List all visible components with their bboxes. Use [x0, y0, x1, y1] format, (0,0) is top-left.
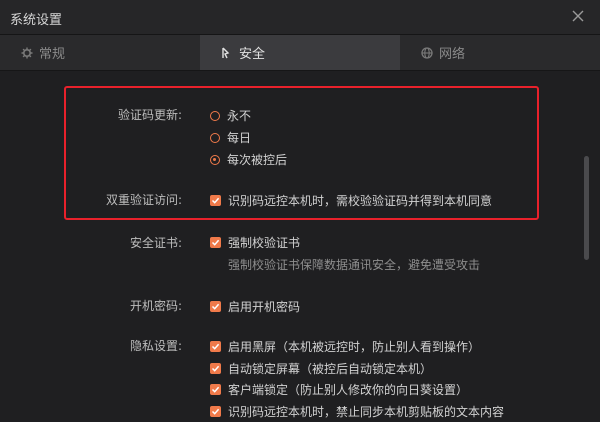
- radio-after-each-control-label: 每次被控后: [227, 153, 288, 167]
- code-update-label: 验证码更新:: [117, 108, 182, 122]
- radio-after-each-control-indicator: [210, 154, 220, 165]
- privacy-clipboard-checkbox[interactable]: 识别码远控本机时，禁止同步本机剪贴板的文本内容: [210, 403, 504, 420]
- tab-general-label: 常规: [39, 47, 66, 62]
- two-factor-checkbox[interactable]: 识别码远控本机时，需校验验证码并得到本机同意: [210, 192, 492, 209]
- tab-general[interactable]: 常规: [0, 35, 200, 70]
- privacy-blackscreen-label: 启用黑屏（本机被远控时，防止别人看到操作）: [228, 340, 481, 354]
- tab-network[interactable]: 网络: [400, 35, 600, 70]
- certificate-label: 安全证书:: [129, 236, 182, 250]
- privacy-autolock-checkbox[interactable]: 自动锁定屏幕（被控后自动锁定本机）: [210, 360, 432, 377]
- checkmark-icon: [210, 301, 221, 312]
- close-icon[interactable]: [568, 6, 588, 26]
- radio-daily-indicator: [210, 132, 220, 143]
- radio-never-indicator: [210, 110, 220, 121]
- privacy-autolock-label: 自动锁定屏幕（被控后自动锁定本机）: [228, 362, 433, 376]
- scrollbar-thumb[interactable]: [584, 156, 589, 260]
- radio-daily[interactable]: 每日: [210, 129, 251, 146]
- gear-icon: [21, 47, 33, 59]
- two-factor-label: 双重验证访问:: [105, 193, 182, 207]
- checkmark-icon: [210, 341, 221, 352]
- radio-never-label: 永不: [227, 109, 252, 123]
- checkmark-icon: [210, 237, 221, 248]
- boot-password-label: 开机密码:: [129, 299, 182, 313]
- radio-after-each-control[interactable]: 每次被控后: [210, 151, 287, 168]
- checkmark-icon: [210, 195, 221, 206]
- globe-icon: [421, 46, 433, 59]
- tab-security-label: 安全: [239, 47, 266, 62]
- privacy-blackscreen-checkbox[interactable]: 启用黑屏（本机被远控时，防止别人看到操作）: [210, 338, 480, 355]
- privacy-clientlock-label: 客户端锁定（防止别人修改你的向日葵设置）: [228, 383, 469, 397]
- privacy-label: 隐私设置:: [129, 339, 182, 353]
- shield-icon: [221, 47, 233, 59]
- certificate-checkbox[interactable]: 强制校验证书: [210, 234, 300, 251]
- checkmark-icon: [210, 406, 221, 417]
- boot-password-checkbox[interactable]: 启用开机密码: [210, 298, 300, 315]
- checkmark-icon: [210, 384, 221, 395]
- two-factor-option-label: 识别码远控本机时，需校验验证码并得到本机同意: [228, 194, 493, 208]
- tab-bar: 常规 安全 网络: [0, 35, 600, 71]
- privacy-clipboard-label: 识别码远控本机时，禁止同步本机剪贴板的文本内容: [228, 405, 505, 419]
- checkmark-icon: [210, 363, 221, 374]
- certificate-hint: 强制校验证书保障数据通讯安全，避免遭受攻击: [228, 258, 481, 272]
- tab-network-label: 网络: [439, 47, 466, 62]
- boot-password-option-label: 启用开机密码: [228, 300, 301, 314]
- privacy-clientlock-checkbox[interactable]: 客户端锁定（防止别人修改你的向日葵设置）: [210, 381, 468, 398]
- certificate-option-label: 强制校验证书: [228, 236, 301, 250]
- tab-security[interactable]: 安全: [200, 35, 400, 70]
- window-title: 系统设置: [10, 13, 63, 28]
- radio-never[interactable]: 永不: [210, 107, 251, 124]
- radio-daily-label: 每日: [227, 131, 252, 145]
- title-bar: 系统设置: [0, 0, 600, 35]
- security-settings-panel: 验证码更新: 永不 每日 每次被控后 双重验证访问: 识别码远控本机时，需校验验…: [0, 71, 600, 422]
